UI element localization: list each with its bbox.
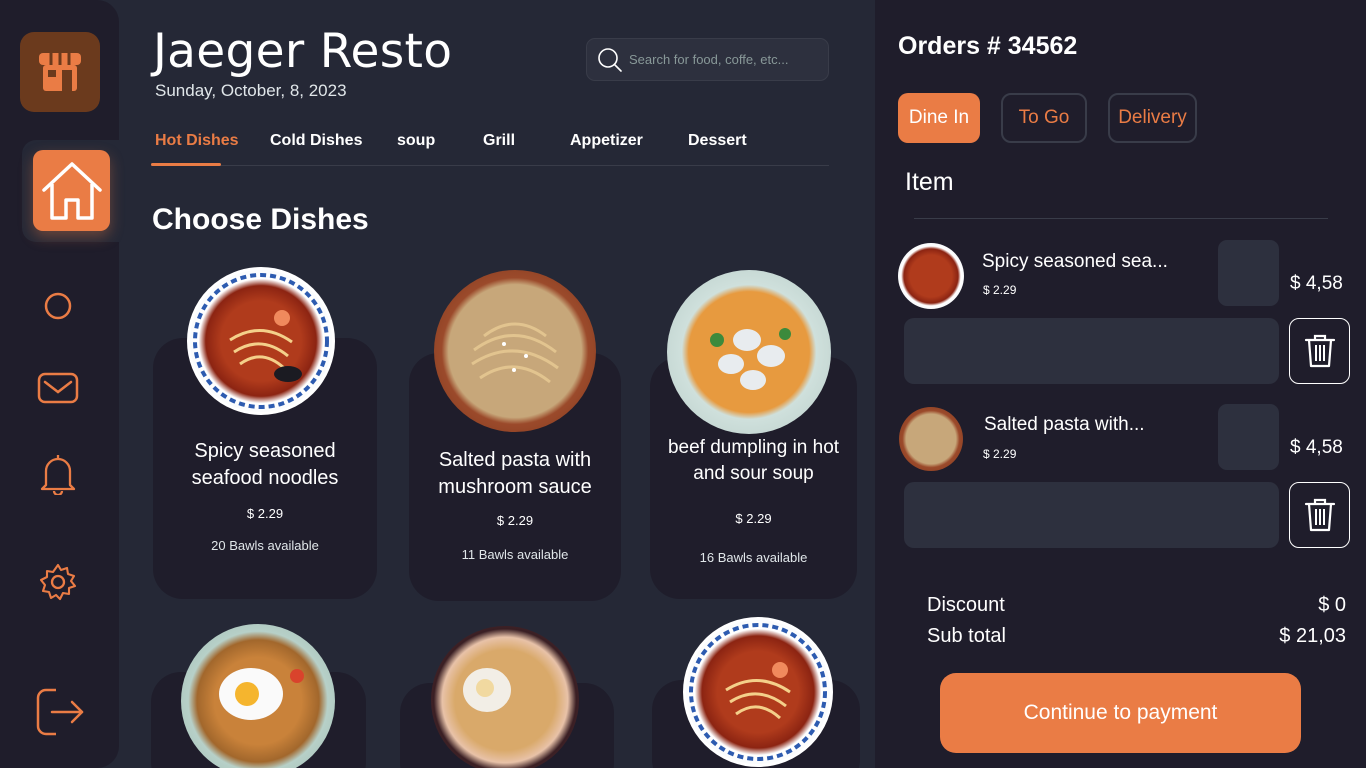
order-type-to-go[interactable]: To Go	[1001, 93, 1087, 143]
tab-cold-dishes[interactable]: Cold Dishes	[270, 132, 362, 150]
page-title: Jaeger Resto	[153, 24, 453, 79]
tab-appetizer[interactable]: Appetizer	[570, 132, 643, 150]
section-title: Choose Dishes	[152, 203, 369, 236]
sidebar-item-messages[interactable]	[36, 366, 80, 410]
sidebar-item-circle[interactable]	[36, 284, 80, 328]
home-nav-wrapper	[22, 140, 119, 242]
sidebar-item-logout[interactable]	[34, 686, 86, 738]
delete-item-button[interactable]	[1289, 318, 1350, 384]
dish-availability: 11 Bawls available	[461, 547, 569, 562]
bell-icon	[40, 455, 76, 495]
dish-image-spicy-seafood-noodles	[187, 267, 335, 415]
dish-price: $ 2.29	[735, 511, 772, 526]
search-input[interactable]	[629, 52, 819, 67]
order-item-thumbnail	[898, 243, 964, 309]
subtotal-label: Sub total	[927, 625, 1006, 647]
order-note-input[interactable]	[904, 482, 1279, 548]
order-type-delivery[interactable]: Delivery	[1108, 93, 1197, 143]
dish-name: Spicy seasoned seafood noodles	[191, 440, 339, 489]
store-icon	[39, 53, 81, 91]
orders-panel: Orders # 34562 Dine In To Go Delivery It…	[875, 0, 1366, 768]
dish-availability: 16 Bawls available	[699, 550, 808, 565]
gear-icon	[39, 563, 77, 601]
sidebar-item-settings[interactable]	[36, 560, 80, 604]
search-box[interactable]	[586, 38, 829, 81]
order-item-quantity[interactable]	[1218, 240, 1279, 306]
dish-image-salted-pasta	[434, 270, 596, 432]
order-item-name: Salted pasta with...	[984, 414, 1145, 435]
subtotal-value: $ 21,03	[1279, 625, 1346, 647]
order-number-title: Orders # 34562	[898, 32, 1078, 60]
tab-grill[interactable]: Grill	[483, 132, 515, 150]
order-type-dine-in[interactable]: Dine In	[898, 93, 980, 143]
order-item-total: $ 4,58	[1290, 273, 1343, 294]
order-item-price: $ 2.29	[983, 283, 1017, 297]
order-item-name: Spicy seasoned sea...	[982, 251, 1168, 272]
active-tab-indicator	[151, 163, 221, 166]
discount-value: $ 0	[1318, 594, 1346, 616]
dish-image-instant-noodles	[431, 626, 579, 768]
tab-dessert[interactable]: Dessert	[688, 132, 747, 150]
order-note-input[interactable]	[904, 318, 1279, 384]
category-tabs: Hot Dishes Cold Dishes soup Grill Appeti…	[151, 128, 829, 166]
order-item-thumbnail	[899, 407, 963, 471]
sidebar	[0, 0, 119, 768]
dish-price: $ 2.29	[496, 513, 534, 528]
dish-name: Salted pasta with mushroom sauce	[438, 449, 592, 498]
logout-icon	[36, 688, 84, 736]
home-icon	[41, 161, 102, 220]
dish-image-fried-noodles-egg	[181, 624, 335, 768]
order-item-total: $ 4,58	[1290, 437, 1343, 458]
search-icon	[598, 47, 622, 72]
dish-availability: 20 Bawls available	[211, 538, 319, 553]
item-column-header: Item	[905, 168, 954, 196]
tab-hot-dishes[interactable]: Hot Dishes	[155, 132, 239, 150]
dish-name: beef dumpling in hot and sour soup	[667, 437, 840, 484]
continue-to-payment-button[interactable]: Continue to payment	[940, 673, 1301, 753]
mail-icon	[37, 372, 79, 404]
dish-price: $ 2.29	[246, 506, 284, 521]
dish-image-beef-dumpling	[667, 270, 831, 434]
header-divider	[914, 218, 1328, 219]
order-item-price: $ 2.29	[983, 447, 1017, 461]
home-button[interactable]	[33, 150, 110, 231]
trash-icon	[1304, 334, 1335, 368]
store-logo[interactable]	[20, 32, 100, 112]
delete-item-button[interactable]	[1289, 482, 1350, 548]
tab-soup[interactable]: soup	[397, 132, 435, 150]
circle-icon	[44, 292, 72, 320]
dish-image-spicy-seafood-noodles-2	[683, 617, 833, 767]
trash-icon	[1304, 498, 1335, 532]
sidebar-item-notifications[interactable]	[36, 452, 80, 496]
current-date: Sunday, October, 8, 2023	[155, 81, 347, 100]
order-item-quantity[interactable]	[1218, 404, 1279, 470]
discount-label: Discount	[927, 594, 1005, 616]
